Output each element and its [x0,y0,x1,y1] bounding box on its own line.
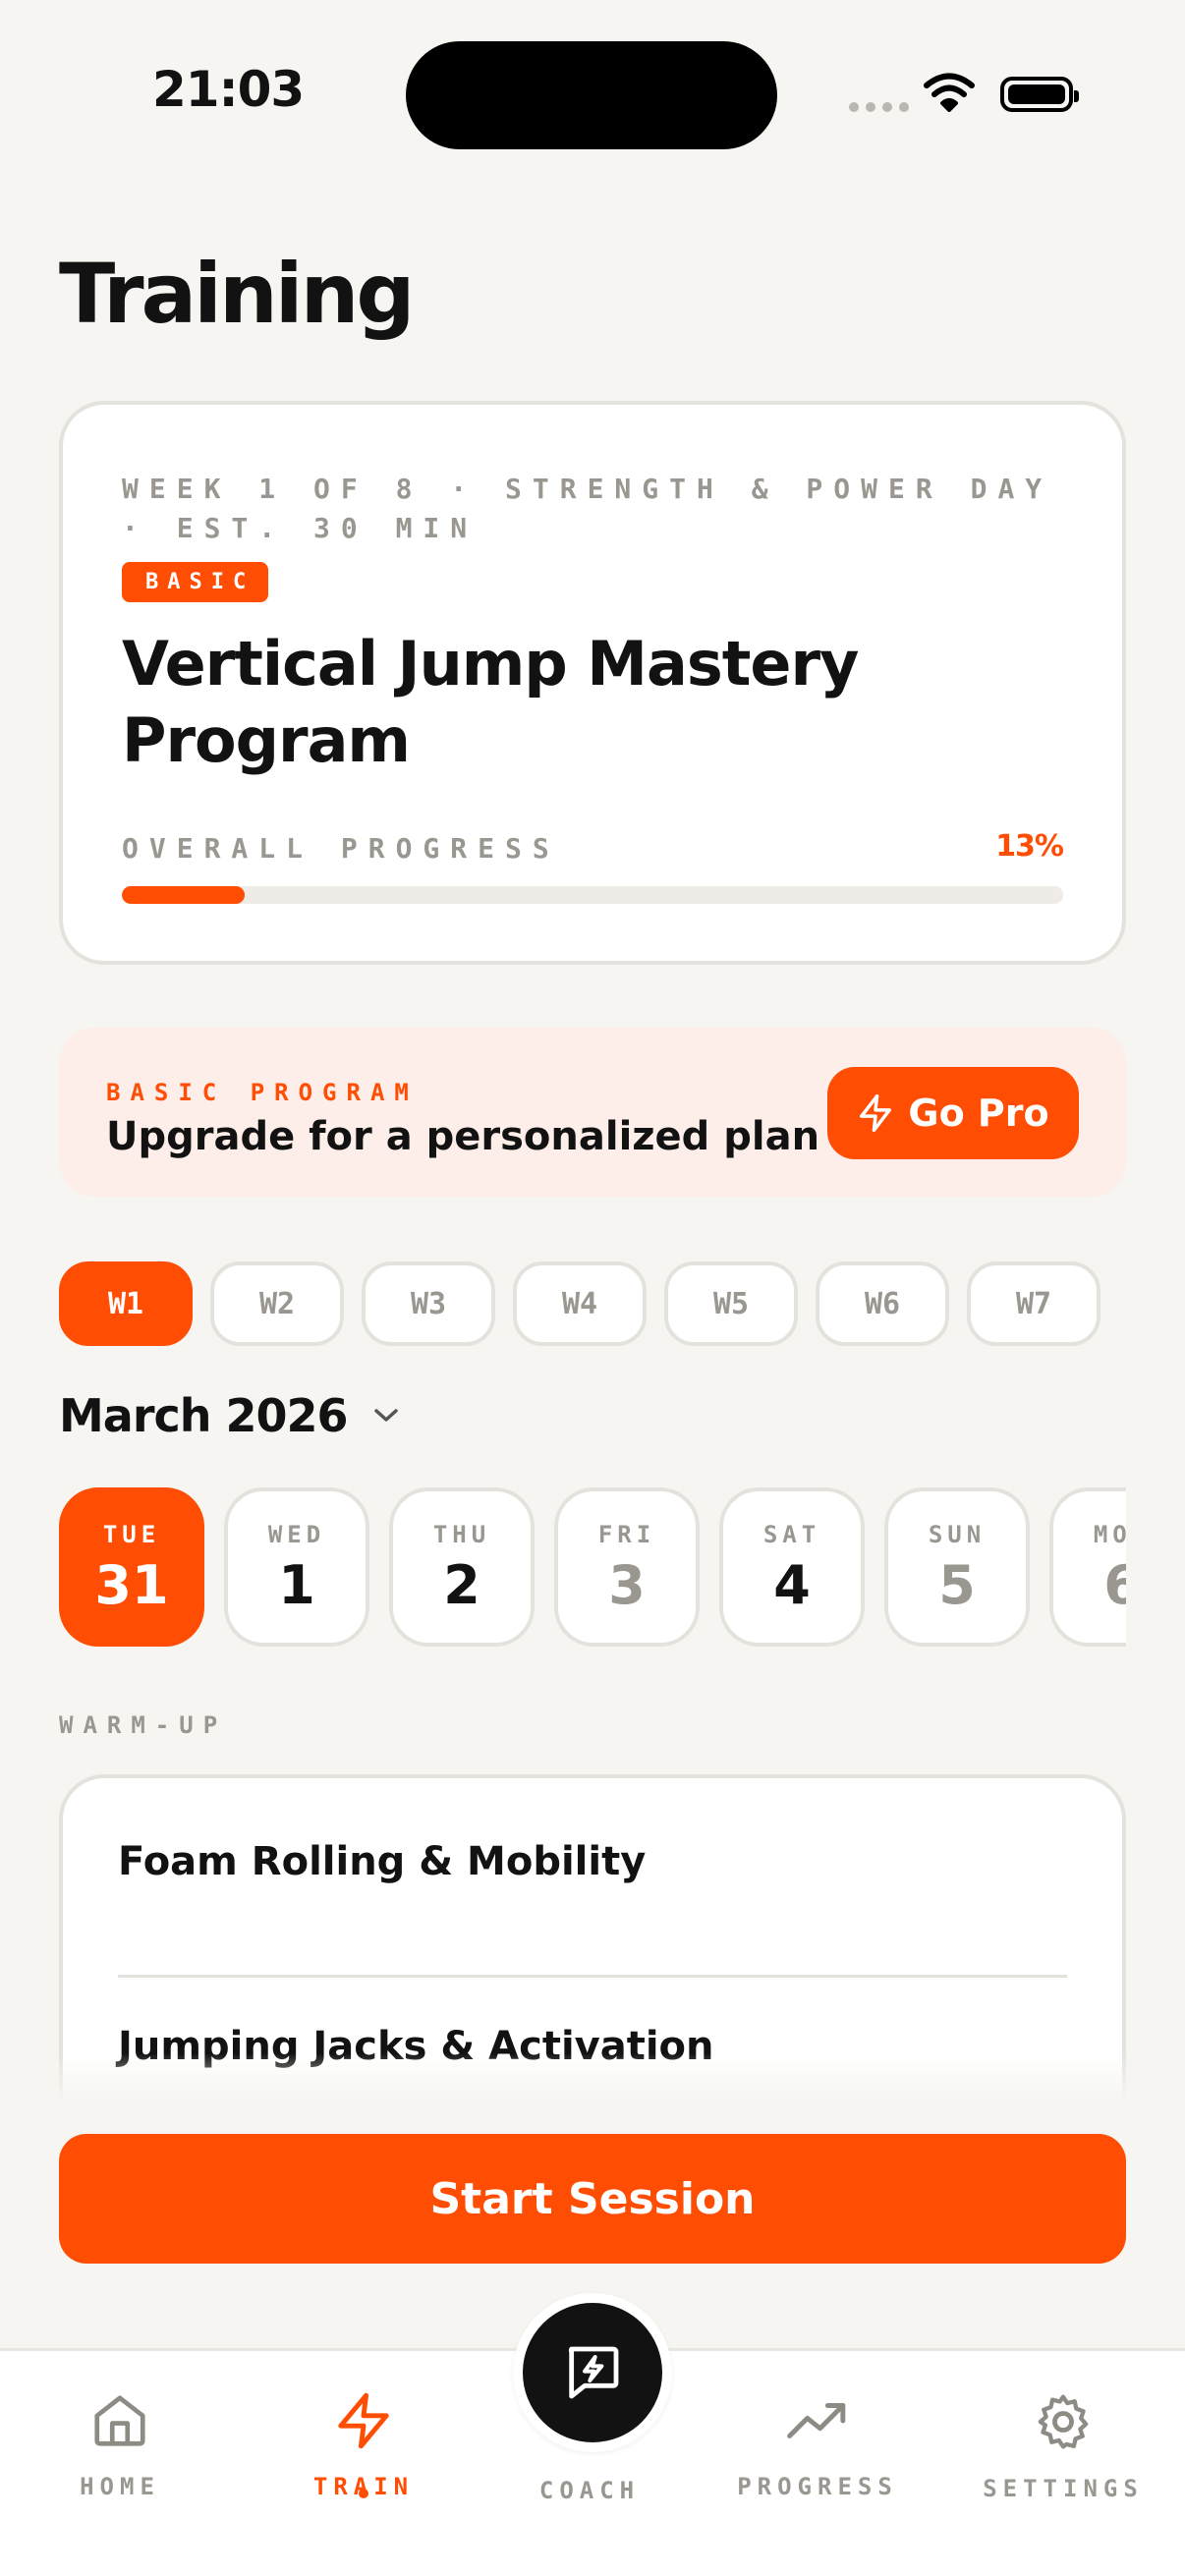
week-selector: W1 W2 W3 W4 W5 W6 W7 [59,1261,1100,1346]
chat-lightning-icon [568,2346,619,2399]
day-strip[interactable]: TUE 31 WED 1 THU 2 FRI 3 SAT 4 SUN 5 MON 6 [59,1487,1126,1647]
page-title: Training [59,246,415,342]
day-number: 5 [938,1554,976,1616]
tab-train[interactable]: TRAIN [265,2390,462,2500]
day-name: MON [1093,1521,1126,1548]
tab-label: HOME [80,2473,160,2500]
tab-progress[interactable]: PROGRESS [719,2390,916,2500]
scroll-fade [0,2053,1185,2100]
week-tab-w3[interactable]: W3 [362,1261,495,1346]
day-name: WED [267,1521,326,1548]
program-meta: WEEK 1 OF 8 · STRENGTH & POWER DAY · EST… [122,473,1053,544]
signal-dots-icon [849,102,909,112]
go-pro-label: Go Pro [908,1092,1049,1135]
program-title: Vertical Jump Mastery Program [122,628,859,776]
day-name: TUE [102,1521,161,1548]
week-tab-w4[interactable]: W4 [513,1261,647,1346]
day-number: 1 [278,1554,315,1616]
divider [118,1975,1067,1978]
month-label: March 2026 [59,1389,349,1442]
progress-bar [122,886,1063,904]
tab-home[interactable]: HOME [22,2390,218,2500]
day-name: FRI [597,1521,656,1548]
lightning-icon [338,2392,389,2449]
gear-icon [1038,2394,1089,2449]
upgrade-tag: BASIC PROGRAM [106,1079,419,1106]
plan-badge: BASIC [122,562,269,602]
day-mon[interactable]: MON 6 [1049,1487,1126,1647]
day-number: 4 [773,1554,811,1616]
lightning-icon [860,1093,892,1133]
day-name: SAT [762,1521,821,1548]
battery-icon [1000,77,1079,112]
day-name: SUN [928,1521,987,1548]
week-tab-w2[interactable]: W2 [210,1261,344,1346]
week-tab-w6[interactable]: W6 [816,1261,949,1346]
day-sun[interactable]: SUN 5 [884,1487,1030,1647]
home-icon [94,2395,145,2446]
day-number: 31 [94,1554,169,1616]
tab-label: PROGRESS [737,2473,898,2500]
start-session-button[interactable]: Start Session [59,2134,1126,2264]
tab-settings[interactable]: SETTINGS [965,2390,1161,2502]
week-tab-w1[interactable]: W1 [59,1261,193,1346]
trending-up-icon [787,2403,846,2438]
warmup-item[interactable]: Foam Rolling & Mobility [118,1839,646,1884]
day-number: 6 [1103,1554,1126,1616]
day-thu[interactable]: THU 2 [389,1487,535,1647]
day-number: 3 [608,1554,646,1616]
progress-percent: 13% [995,829,1064,864]
day-number: 2 [443,1554,480,1616]
day-tue[interactable]: TUE 31 [59,1487,204,1647]
day-sat[interactable]: SAT 4 [719,1487,865,1647]
active-tab-dot [359,2489,368,2498]
upgrade-message: Upgrade for a personalized plan [106,1114,820,1159]
tab-coach[interactable]: COACH [491,2477,688,2504]
chevron-down-icon [373,1409,398,1422]
progress-label: OVERALL PROGRESS [122,832,560,865]
month-picker[interactable]: March 2026 [59,1389,399,1442]
go-pro-button[interactable]: Go Pro [827,1067,1079,1159]
warmup-list: Foam Rolling & Mobility Jumping Jacks & … [59,1774,1126,2099]
dynamic-island [406,41,777,149]
week-tab-w5[interactable]: W5 [664,1261,798,1346]
tab-label: SETTINGS [983,2475,1144,2502]
section-label-warmup: WARM-UP [59,1711,228,1739]
wifi-icon [924,73,975,112]
week-tab-w7[interactable]: W7 [967,1261,1100,1346]
tab-label: COACH [538,2477,641,2504]
status-time: 21:03 [152,61,305,118]
day-wed[interactable]: WED 1 [224,1487,369,1647]
day-fri[interactable]: FRI 3 [554,1487,700,1647]
coach-button[interactable] [513,2293,672,2452]
upgrade-banner: BASIC PROGRAM Upgrade for a personalized… [59,1028,1126,1197]
day-name: THU [432,1521,491,1548]
progress-bar-fill [122,886,245,904]
program-card[interactable]: WEEK 1 OF 8 · STRENGTH & POWER DAY · EST… [59,401,1126,965]
